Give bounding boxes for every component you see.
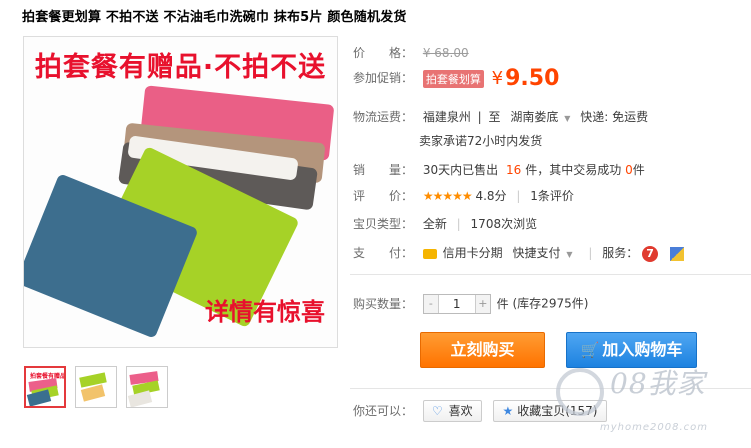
shipping-row: 物流运费： 福建泉州 | 至 湖南娄底 ▼ 快递: 免运费 bbox=[353, 108, 648, 125]
like-button[interactable]: ♡ 喜欢 bbox=[422, 400, 482, 422]
quantity-label: 购买数量： bbox=[353, 296, 414, 311]
site-watermark: 08我家 myhome2008.com bbox=[548, 352, 748, 448]
promo-row: 参加促销： 拍套餐划算 ¥9.50 bbox=[353, 66, 559, 91]
watermark-text: 08我家 bbox=[610, 367, 706, 400]
payment-row: 支 付： 信用卡分期 快捷支付 ▼ | 服务： 7 bbox=[353, 244, 684, 262]
sales-success-count: 0 bbox=[625, 163, 633, 177]
sales-sold-count: 16 bbox=[505, 163, 522, 177]
divider: | bbox=[516, 189, 521, 203]
shipping-label: 物流运费： bbox=[353, 110, 414, 124]
thumb-towel-blue bbox=[26, 389, 52, 406]
quantity-increase-button[interactable]: + bbox=[475, 295, 490, 313]
rating-count-link[interactable]: 1条评价 bbox=[530, 189, 574, 203]
thumbnail-1[interactable]: 拍套餐有赠品·不拍不送 bbox=[24, 366, 66, 408]
product-title: 拍套餐更划算 不拍不送 不沾油毛巾洗碗巾 抹布5片 颜色随机发货 bbox=[22, 10, 407, 25]
payment-credit[interactable]: 信用卡分期 bbox=[443, 246, 503, 260]
quantity-stock: (库存2975件) bbox=[512, 296, 589, 311]
type-condition: 全新 bbox=[422, 217, 447, 231]
thumb-towel-green bbox=[79, 372, 107, 388]
like-label: 喜欢 bbox=[448, 404, 473, 418]
shipping-promise-row: 卖家承诺72小时内发货 bbox=[419, 132, 542, 149]
chevron-down-icon[interactable]: ▼ bbox=[566, 250, 572, 259]
guarantee-icon[interactable] bbox=[669, 246, 684, 261]
thumbnail-strip: 拍套餐有赠品·不拍不送 bbox=[24, 366, 168, 408]
credit-card-icon bbox=[422, 248, 437, 259]
shipping-express: 快递: 免运费 bbox=[580, 110, 649, 124]
quantity-input[interactable] bbox=[437, 295, 476, 313]
chevron-down-icon[interactable]: ▼ bbox=[564, 114, 570, 123]
buy-now-button[interactable]: 立刻购买 bbox=[420, 332, 545, 368]
watermark-logo bbox=[556, 368, 604, 416]
type-label: 宝贝类型： bbox=[353, 217, 414, 231]
section-divider bbox=[350, 274, 751, 275]
price-row: 价 格： ¥ 68.00 bbox=[353, 44, 469, 61]
thumb-towel-blue bbox=[80, 384, 106, 402]
seven-day-return-icon[interactable]: 7 bbox=[642, 245, 659, 262]
sales-row: 销 量： 30天内已售出 16 件，其中交易成功 0件 bbox=[353, 161, 645, 178]
shipping-promise: 卖家承诺72小时内发货 bbox=[419, 134, 543, 148]
promo-yen: ¥ bbox=[491, 68, 504, 89]
sales-unit-2: 件 bbox=[632, 163, 645, 177]
shipping-to-prefix: 至 bbox=[488, 110, 501, 124]
quantity-row: 购买数量： - + 件 (库存2975件) bbox=[353, 294, 588, 314]
thumb-towel-blue bbox=[127, 390, 153, 407]
divider: | bbox=[456, 217, 461, 231]
original-price: ¥ 68.00 bbox=[422, 46, 469, 60]
shipping-destination[interactable]: 湖南娄底 bbox=[510, 110, 558, 124]
star-icon: ★ bbox=[502, 404, 514, 418]
sales-prefix: 30天内已售出 bbox=[422, 163, 499, 177]
image-banner-bottom: 详情有惊喜 bbox=[205, 298, 325, 326]
shipping-sep: | bbox=[477, 110, 482, 124]
payment-label: 支 付： bbox=[353, 246, 414, 260]
shipping-from: 福建泉州 bbox=[422, 110, 471, 124]
rating-score: 4.8分 bbox=[475, 189, 507, 203]
promo-price: 9.50 bbox=[505, 66, 560, 91]
quantity-unit: 件 bbox=[496, 296, 509, 311]
type-views: 1708次浏览 bbox=[470, 217, 538, 231]
quantity-decrease-button[interactable]: - bbox=[423, 295, 438, 313]
payment-quick[interactable]: 快捷支付 bbox=[513, 246, 561, 260]
sales-middle: ，其中交易成功 bbox=[537, 163, 622, 177]
social-label: 你还可以： bbox=[353, 403, 414, 418]
promo-tag[interactable]: 拍套餐划算 bbox=[422, 69, 484, 88]
thumbnail-2[interactable] bbox=[75, 366, 117, 408]
watermark-url: myhome2008.com bbox=[600, 422, 708, 433]
image-banner-top: 拍套餐有赠品·不拍不送 bbox=[34, 52, 327, 83]
sales-label: 销 量： bbox=[353, 163, 414, 177]
type-row: 宝贝类型： 全新 | 1708次浏览 bbox=[353, 215, 537, 232]
main-product-image[interactable]: 拍套餐有赠品·不拍不送 详情有惊喜 bbox=[23, 36, 338, 348]
rating-row: 评 价： ★★★★★ 4.8分 | 1条评价 bbox=[353, 187, 574, 204]
divider: | bbox=[588, 246, 593, 260]
rating-label: 评 价： bbox=[353, 189, 414, 203]
price-label: 价 格： bbox=[353, 46, 414, 60]
quantity-stepper: - + bbox=[422, 294, 491, 314]
rating-stars: ★★★★★ bbox=[422, 189, 473, 203]
heart-icon: ♡ bbox=[431, 404, 443, 418]
promo-label: 参加促销： bbox=[353, 71, 414, 85]
service-label: 服务： bbox=[602, 246, 639, 260]
sales-unit: 件 bbox=[525, 163, 538, 177]
thumbnail-3[interactable] bbox=[126, 366, 168, 408]
